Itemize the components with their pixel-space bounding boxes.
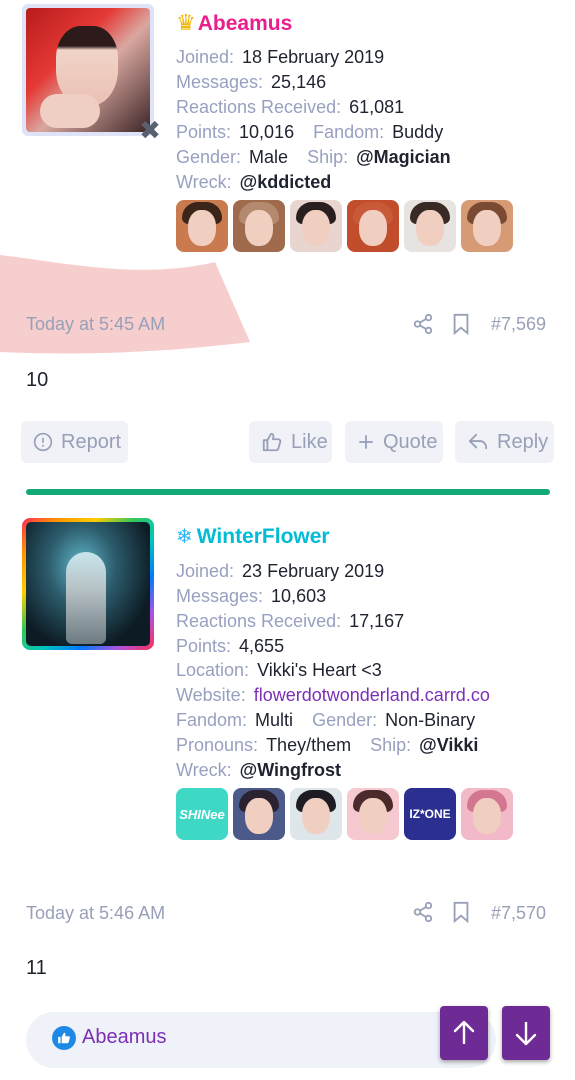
ship-mention-link[interactable]: @Magician <box>356 147 451 167</box>
username-link[interactable]: ❄ WinterFlower <box>176 524 330 549</box>
profile-chip-image <box>347 200 399 252</box>
user-info-messages: Messages: 25,146 <box>176 72 327 92</box>
group-logo-chip: IZ*ONE <box>404 788 456 840</box>
user-info-gender-ship: Gender: Male Ship: @Magician <box>176 147 451 167</box>
wreck-mention-link[interactable]: @Wingfrost <box>240 760 341 780</box>
user-info-wreck: Wreck: @kddicted <box>176 172 332 192</box>
reply-arrow-icon <box>468 433 488 450</box>
snowflake-icon: ❄ <box>176 526 193 548</box>
user-info-location: Location: Vikki's Heart <3 <box>176 660 382 680</box>
website-link[interactable]: flowerdotwonderland.carrd.co <box>254 685 490 705</box>
report-button[interactable]: Report <box>21 421 128 463</box>
post-number-link[interactable]: #7,570 <box>491 903 546 924</box>
arrow-down-icon <box>515 1022 537 1046</box>
share-icon[interactable] <box>412 313 434 335</box>
user-info-fandom-gender: Fandom: Multi Gender: Non-Binary <box>176 710 476 730</box>
profile-chip-image <box>347 788 399 840</box>
profile-chip-image <box>176 200 228 252</box>
reaction-user-link[interactable]: Abeamus <box>82 1026 167 1049</box>
share-icon[interactable] <box>412 901 434 923</box>
crown-icon: ♛ <box>176 10 196 35</box>
user-avatar[interactable] <box>22 4 154 136</box>
badge-icon: ✖ <box>139 115 161 145</box>
post-divider <box>26 489 550 495</box>
post-number-link[interactable]: #7,569 <box>491 314 546 335</box>
bookmark-icon[interactable] <box>451 901 471 923</box>
reply-label: Reply <box>497 430 549 453</box>
thumbs-up-icon <box>262 432 282 452</box>
user-info-wreck: Wreck: @Wingfrost <box>176 760 342 780</box>
profile-chip-image <box>404 200 456 252</box>
report-label: Report <box>61 430 122 453</box>
user-avatar[interactable] <box>22 518 154 650</box>
user-info-website: Website: flowerdotwonderland.carrd.co <box>176 685 490 705</box>
user-info-pronouns-ship: Pronouns: They/them Ship: @Vikki <box>176 735 479 755</box>
profile-chip-image <box>461 788 513 840</box>
quote-label: Quote <box>383 430 438 453</box>
user-info-messages: Messages: 10,603 <box>176 586 327 606</box>
username-link[interactable]: ♛Abeamus <box>176 10 292 36</box>
profile-image-strip <box>176 200 513 252</box>
wreck-mention-link[interactable]: @kddicted <box>240 172 332 192</box>
profile-chip-image <box>290 200 342 252</box>
ship-mention-link[interactable]: @Vikki <box>419 735 478 755</box>
profile-chip-image <box>233 788 285 840</box>
post-timestamp[interactable]: Today at 5:46 AM <box>26 903 165 924</box>
alert-circle-icon <box>33 432 53 452</box>
post-timestamp[interactable]: Today at 5:45 AM <box>26 314 165 335</box>
post-body: 10 <box>26 369 49 391</box>
bookmark-icon[interactable] <box>451 313 471 335</box>
quote-button[interactable]: Quote <box>345 421 443 463</box>
user-info-points: Points: 4,655 <box>176 636 285 656</box>
like-button[interactable]: Like <box>249 421 332 463</box>
user-info-joined: Joined: 23 February 2019 <box>176 561 385 581</box>
user-info-reactions: Reactions Received: 61,081 <box>176 97 405 117</box>
plus-icon <box>359 435 373 449</box>
group-logo-chip: SHINee <box>176 788 228 840</box>
profile-chip-image <box>461 200 513 252</box>
user-info-joined: Joined: 18 February 2019 <box>176 47 385 67</box>
like-reaction-icon <box>52 1026 76 1050</box>
arrow-up-icon <box>453 1020 475 1044</box>
scroll-up-button[interactable] <box>440 1006 488 1060</box>
user-info-reactions: Reactions Received: 17,167 <box>176 611 405 631</box>
profile-chip-image <box>290 788 342 840</box>
user-info-points-fandom: Points: 10,016 Fandom: Buddy <box>176 122 444 142</box>
reply-button[interactable]: Reply <box>455 421 554 463</box>
post-body: 11 <box>26 957 47 979</box>
profile-chip-image <box>233 200 285 252</box>
scroll-down-button[interactable] <box>502 1006 550 1060</box>
like-label: Like <box>291 430 328 453</box>
profile-image-strip: SHINee IZ*ONE <box>176 788 513 840</box>
